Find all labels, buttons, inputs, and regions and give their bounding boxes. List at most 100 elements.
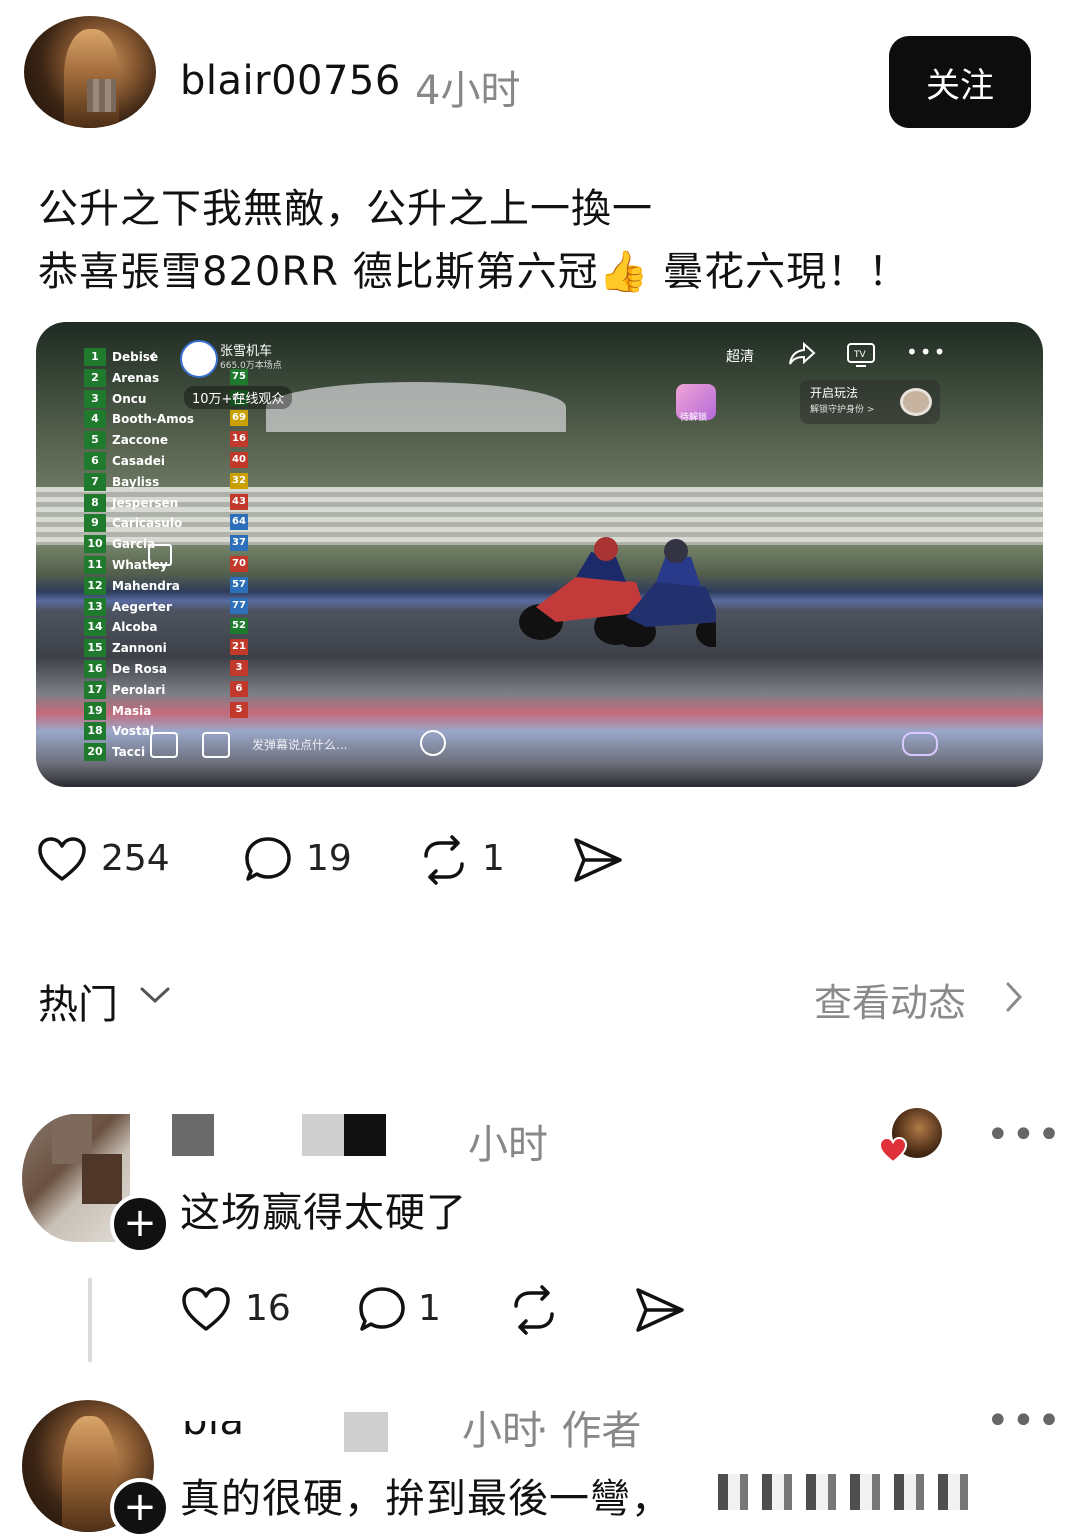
chevron-right-icon[interactable] xyxy=(1003,980,1025,1014)
tv-cast-icon[interactable]: TV xyxy=(846,342,876,368)
leaderboard-name: Masia xyxy=(112,703,152,718)
like-count: 254 xyxy=(101,838,170,879)
leaderboard-row: 9 Caricasulo 64 xyxy=(84,514,254,534)
danmaku-input[interactable]: 发弹幕说点什么... xyxy=(252,736,347,753)
leaderboard-name: Casadei xyxy=(112,454,165,468)
post-author-avatar[interactable] xyxy=(24,16,156,128)
like-icon[interactable] xyxy=(36,834,88,886)
leaderboard-position: 10 xyxy=(84,535,106,554)
lock-icon[interactable] xyxy=(148,544,172,566)
svg-text:TV: TV xyxy=(853,350,866,360)
leaderboard-name: Mahendra xyxy=(112,578,180,593)
emoji-icon[interactable] xyxy=(420,730,446,756)
leaderboard-value: 69 xyxy=(230,410,248,427)
commenter-name-redacted-3 xyxy=(344,1114,386,1156)
danmaku-toggle-icon[interactable] xyxy=(150,732,178,758)
leaderboard-row: 14 Alcoba 52 xyxy=(84,618,254,638)
leaderboard-name: Jespersen xyxy=(112,495,179,510)
author-reply-username[interactable]: bla xyxy=(182,1421,245,1444)
view-activity-link[interactable]: 查看动态 xyxy=(814,972,966,1027)
comment-reply-icon[interactable] xyxy=(356,1284,408,1336)
follow-plus-icon[interactable]: + xyxy=(110,1194,170,1254)
play-mode-sub: 解锁守护身份 > xyxy=(810,405,875,415)
gift-label: 待解锁 xyxy=(680,413,708,423)
leaderboard-position: 17 xyxy=(84,680,106,699)
follow-plus-icon-2[interactable]: + xyxy=(110,1478,170,1538)
repost-count: 1 xyxy=(482,838,505,879)
leaderboard-value: 57 xyxy=(230,576,248,593)
leaderboard-value xyxy=(230,743,248,759)
leaderboard-position: 5 xyxy=(84,431,106,450)
leaderboard-row: 12 Mahendra 57 xyxy=(84,576,254,597)
leaderboard-name: Bayliss xyxy=(112,474,160,489)
comment-reply-count: 1 xyxy=(418,1288,441,1329)
post-time: 4小时 xyxy=(415,68,521,114)
leaderboard-position: 13 xyxy=(84,597,106,616)
leaderboard-position: 9 xyxy=(84,514,106,533)
chevron-down-icon[interactable] xyxy=(138,984,172,1006)
quality-button[interactable]: 超清 xyxy=(726,346,754,366)
commenter-name-redacted xyxy=(172,1114,214,1156)
leaderboard-name: Aegerter xyxy=(112,599,172,614)
leaderboard-row: 4 Booth-Amos 69 xyxy=(84,410,254,430)
comment-icon[interactable] xyxy=(242,834,294,886)
leaderboard-name: Caricasulo xyxy=(112,516,183,531)
comment-like-icon[interactable] xyxy=(180,1284,232,1336)
leaderboard-row: 17 Perolari 6 xyxy=(84,680,254,701)
author-reply-text: 真的很硬，拚到最後一彎， xyxy=(180,1476,672,1522)
send-icon[interactable] xyxy=(572,834,624,886)
heart-badge-icon xyxy=(878,1136,908,1164)
author-reply-redacted xyxy=(718,1474,980,1510)
leaderboard-position: 19 xyxy=(84,701,106,720)
play-mode-panel[interactable]: 开启玩法 解锁守护身份 > xyxy=(800,380,940,424)
share-icon[interactable] xyxy=(788,342,816,366)
author-tag: · 作者 xyxy=(536,1408,642,1454)
leaderboard-value: 43 xyxy=(230,493,248,510)
comment-text: 这场赢得太硬了 xyxy=(180,1190,467,1236)
leaderboard-row: 13 Aegerter 77 xyxy=(84,597,254,618)
leaderboard-value: 5 xyxy=(230,701,248,718)
more-options-icon[interactable]: ••• xyxy=(906,340,947,364)
leaderboard-position: 6 xyxy=(84,452,106,470)
follow-button[interactable]: 关注 xyxy=(889,36,1031,128)
leaderboard-row: 8 Jespersen 43 xyxy=(84,493,254,514)
loop-icon[interactable] xyxy=(902,732,938,756)
comment-count: 19 xyxy=(306,838,352,879)
post-text-line-1: 公升之下我無敵，公升之上一換一 xyxy=(38,186,653,232)
sort-label[interactable]: 热门 xyxy=(38,972,118,1030)
post-username[interactable]: blair00756 xyxy=(180,58,401,104)
leaderboard-name: Alcoba xyxy=(112,620,158,635)
leaderboard-row: 7 Bayliss 32 xyxy=(84,472,254,493)
play-mode-label: 开启玩法 xyxy=(810,386,859,400)
danmaku-settings-icon[interactable] xyxy=(202,732,230,758)
leaderboard-value xyxy=(230,722,248,738)
leaderboard-name: De Rosa xyxy=(112,662,168,676)
leaderboard-value: 32 xyxy=(230,472,248,489)
comment-like-count: 16 xyxy=(245,1288,291,1329)
leaderboard-value: 75 xyxy=(230,368,248,385)
channel-name[interactable]: 张雪机车 xyxy=(220,340,272,359)
leaderboard-row: 15 Zannoni 21 xyxy=(84,639,254,659)
repost-icon[interactable] xyxy=(418,834,470,886)
comment-send-icon[interactable] xyxy=(634,1284,686,1336)
author-name-redacted xyxy=(344,1412,388,1452)
leaderboard-row: 19 Masia 5 xyxy=(84,701,254,722)
leaderboard-position: 7 xyxy=(84,472,106,491)
leaderboard-position: 15 xyxy=(84,639,106,658)
leaderboard-position: 3 xyxy=(84,389,106,408)
channel-stats: 665.0万本场点 xyxy=(220,361,282,371)
comment-more-icon[interactable]: ••• xyxy=(986,1112,1063,1158)
leaderboard-name: Booth-Amos xyxy=(112,412,195,427)
author-reply-more-icon[interactable]: ••• xyxy=(986,1398,1063,1444)
comment-repost-icon[interactable] xyxy=(508,1284,560,1336)
video-player[interactable]: 1 Debise 2 Arenas 75 3 Oncu 61 4 Booth-Amos 69 5 Zac… xyxy=(36,322,1043,787)
leaderboard-value: 52 xyxy=(230,618,248,635)
leaderboard-name: Oncu xyxy=(112,391,147,406)
comment-time: 小时 xyxy=(468,1122,548,1168)
back-icon[interactable]: ‹ xyxy=(148,344,157,369)
leaderboard-position: 16 xyxy=(84,660,106,678)
commenter-name-redacted-2 xyxy=(302,1114,344,1156)
leaderboard-value: 40 xyxy=(230,452,248,468)
leaderboard-name: Zannoni xyxy=(112,641,167,656)
leaderboard-name: Tacci xyxy=(112,745,146,760)
